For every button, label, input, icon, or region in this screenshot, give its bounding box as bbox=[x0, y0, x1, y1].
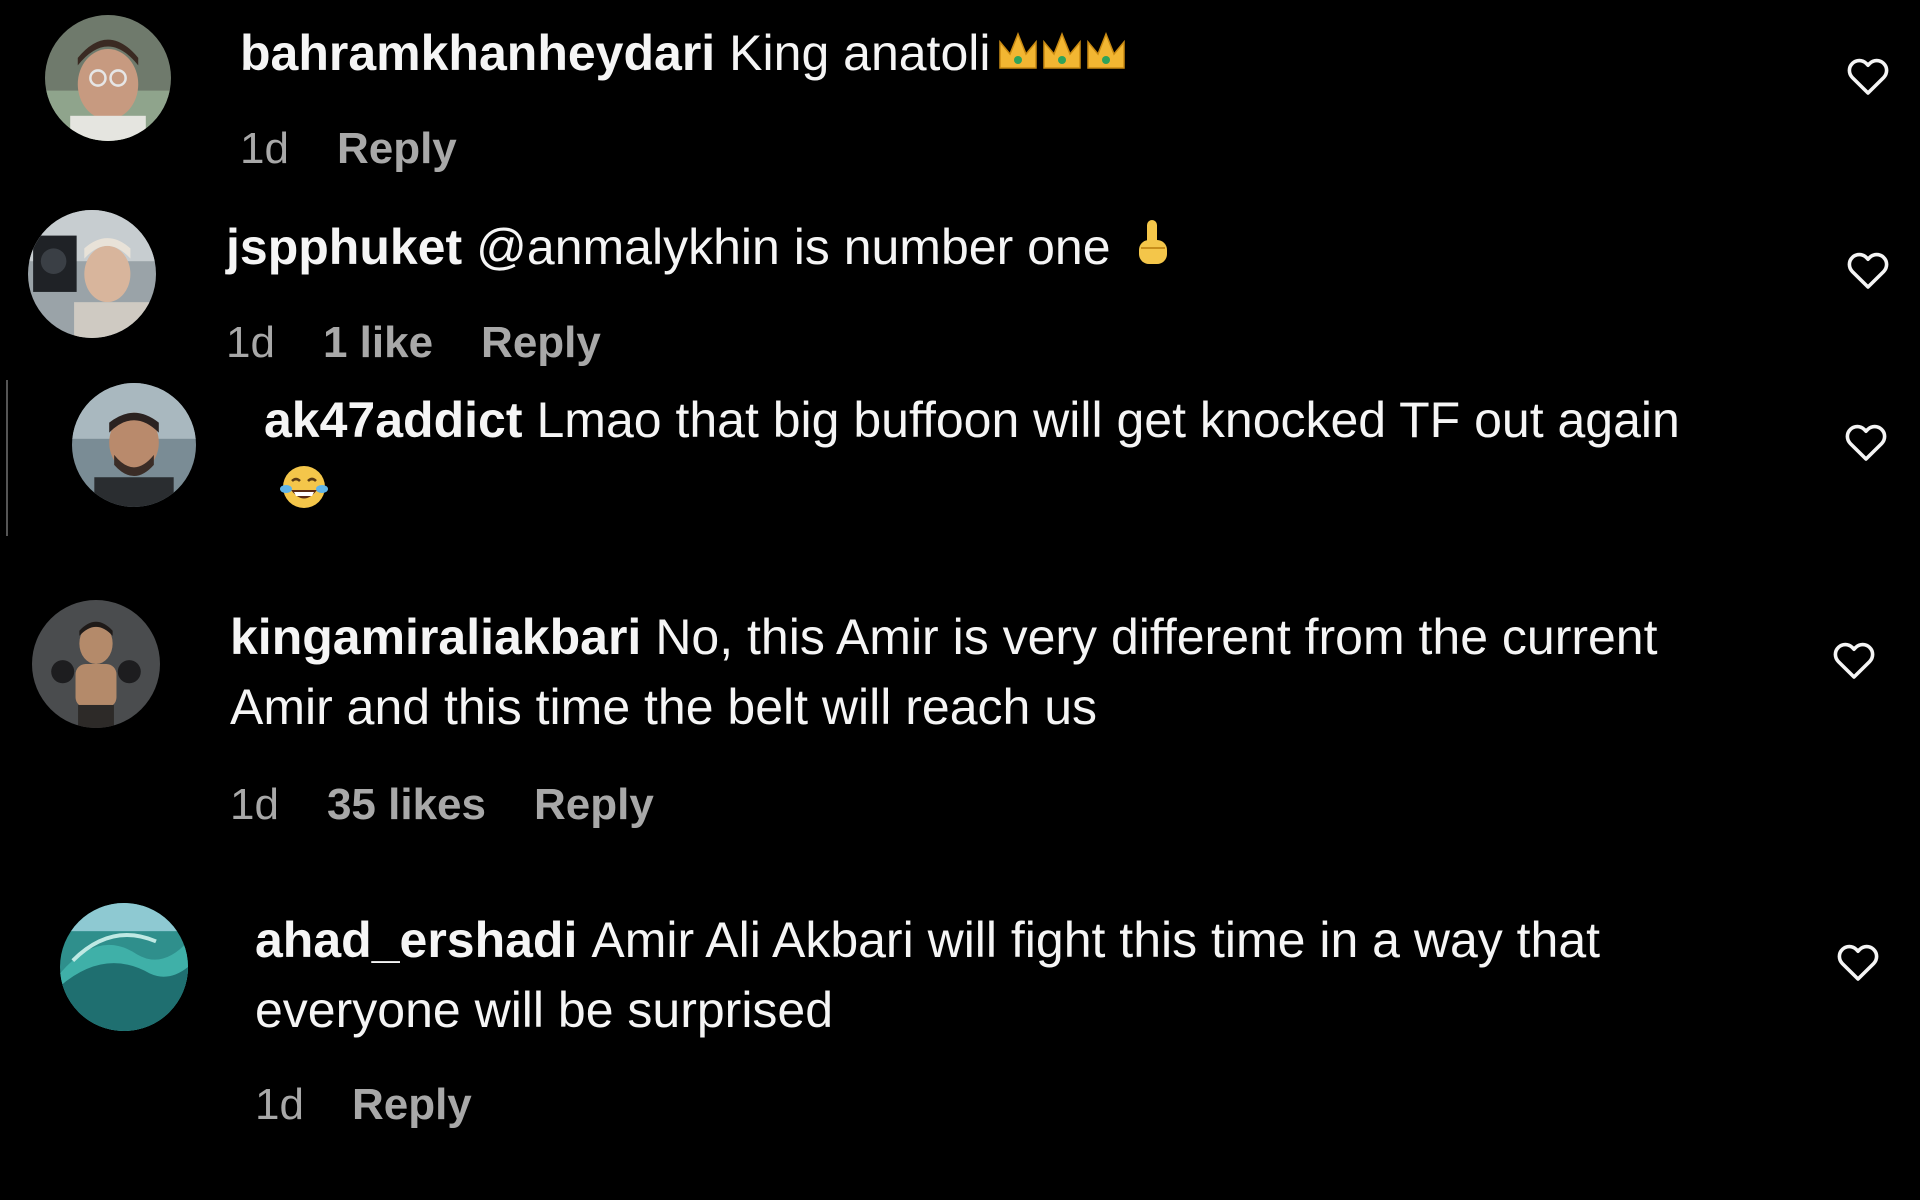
comment-body: bahramkhanheydari King anatoli bbox=[240, 18, 1800, 92]
heart-icon[interactable] bbox=[1844, 246, 1892, 294]
heart-icon[interactable] bbox=[1834, 938, 1882, 986]
comment-meta: 1d Reply bbox=[255, 1080, 472, 1130]
comment-username[interactable]: kingamiraliakbari bbox=[230, 609, 641, 665]
comment-time: 1d bbox=[226, 318, 275, 367]
comment-body: kingamiraliakbari No, this Amir is very d… bbox=[230, 602, 1750, 742]
comment-text: @anmalykhin is number one bbox=[476, 219, 1111, 275]
comment-text: Lmao that big buffoon will get knocked T… bbox=[536, 392, 1680, 448]
avatar[interactable] bbox=[45, 15, 171, 141]
avatar[interactable] bbox=[72, 383, 196, 507]
crown-emoji bbox=[996, 22, 1128, 92]
comment-body: jspphuket @anmalykhin is number one bbox=[226, 212, 1786, 286]
comment-meta: 1d 1 like Reply bbox=[226, 318, 601, 368]
avatar[interactable] bbox=[28, 210, 156, 338]
avatar[interactable] bbox=[60, 903, 188, 1031]
comment-username[interactable]: bahramkhanheydari bbox=[240, 25, 715, 81]
heart-icon[interactable] bbox=[1842, 418, 1890, 466]
comment-username[interactable]: jspphuket bbox=[226, 219, 462, 275]
comment-username[interactable]: ak47addict bbox=[264, 392, 522, 448]
reply-button[interactable]: Reply bbox=[534, 780, 654, 830]
reply-button[interactable]: Reply bbox=[337, 124, 457, 174]
comment-text: King anatoli bbox=[729, 25, 991, 81]
comment-meta: 1d 35 likes Reply bbox=[230, 780, 654, 830]
avatar[interactable] bbox=[32, 600, 160, 728]
likes-count[interactable]: 35 likes bbox=[327, 780, 486, 830]
heart-icon[interactable] bbox=[1830, 636, 1878, 684]
comment-username[interactable]: ahad_ershadi bbox=[255, 912, 577, 968]
comment-meta: 1d Reply bbox=[240, 124, 457, 174]
comment-time: 1d bbox=[230, 780, 279, 829]
comment-body: ak47addict Lmao that big buffoon will get… bbox=[264, 385, 1744, 529]
reply-button[interactable]: Reply bbox=[481, 318, 601, 368]
heart-icon[interactable] bbox=[1844, 52, 1892, 100]
comment-time: 1d bbox=[255, 1080, 304, 1129]
reply-button[interactable]: Reply bbox=[352, 1080, 472, 1130]
tears-of-joy-emoji bbox=[278, 459, 330, 529]
comment-body: ahad_ershadi Amir Ali Akbari will fight t… bbox=[255, 905, 1755, 1045]
thread-line bbox=[6, 380, 8, 536]
comment-time: 1d bbox=[240, 124, 289, 173]
likes-count[interactable]: 1 like bbox=[323, 318, 433, 368]
index-pointing-up-emoji bbox=[1131, 216, 1173, 286]
